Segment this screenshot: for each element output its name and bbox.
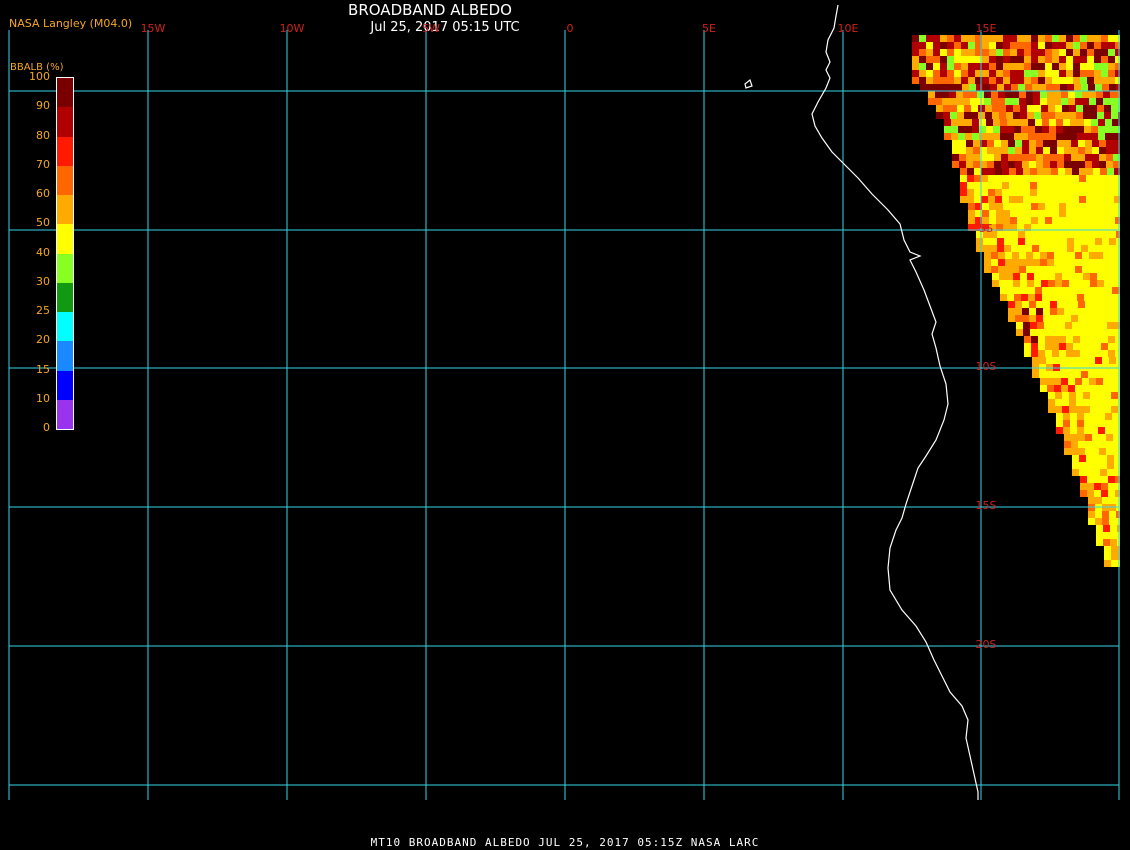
latitude-label: 20S (975, 638, 997, 651)
footer-caption: MT10 BROADBAND ALBEDO JUL 25, 2017 05:15… (370, 836, 760, 849)
colorbar-tick-label: 100 (29, 70, 50, 83)
colorbar-tick-label: 60 (36, 187, 50, 200)
colorbar-segment (57, 282, 73, 312)
colorbar-segment (57, 399, 73, 429)
latitude-label: 10S (975, 360, 997, 373)
colorbar (56, 77, 74, 430)
albedo-field (912, 35, 1120, 567)
longitude-label: 0 (566, 22, 574, 35)
colorbar-tick-label: 80 (36, 128, 50, 142)
colorbar-segment (57, 312, 73, 342)
latitude-label: 15S (975, 499, 997, 512)
longitude-label: 10E (837, 22, 859, 35)
colorbar-tick-label: 25 (36, 304, 50, 317)
longitude-label: 15W (140, 22, 166, 35)
colorbar-tick-label: 20 (36, 333, 50, 347)
colorbar-segment (57, 253, 73, 283)
colorbar-segment (57, 107, 73, 137)
colorbar-tick-label: 50 (36, 216, 50, 230)
colorbar-segment (57, 224, 73, 254)
colorbar-segment (57, 78, 73, 108)
colorbar-tick-label: 10 (36, 391, 50, 405)
colorbar-tick-label: 90 (36, 99, 50, 113)
colorbar-tick-label: 15 (36, 362, 50, 376)
colorbar-segment (57, 370, 73, 400)
colorbar-tick-label: 30 (36, 274, 50, 288)
colorbar-segment (57, 136, 73, 166)
colorbar-segment (57, 195, 73, 225)
longitude-label: 10W (279, 22, 305, 35)
colorbar-segment (57, 165, 73, 195)
longitude-label: 15E (975, 22, 997, 35)
coast-island (744, 78, 753, 89)
colorbar-tick-label: 40 (36, 245, 50, 259)
longitude-label: 5E (702, 22, 716, 35)
colorbar-tick-label: 0 (43, 421, 50, 434)
colorbar-segment (57, 341, 73, 371)
albedo-map (8, 4, 1120, 800)
source-label: NASA Langley (M04.0) (9, 17, 133, 30)
latitude-label: 5S (979, 222, 993, 235)
longitude-label: 5W (422, 22, 440, 35)
colorbar-tick-label: 70 (36, 157, 50, 171)
